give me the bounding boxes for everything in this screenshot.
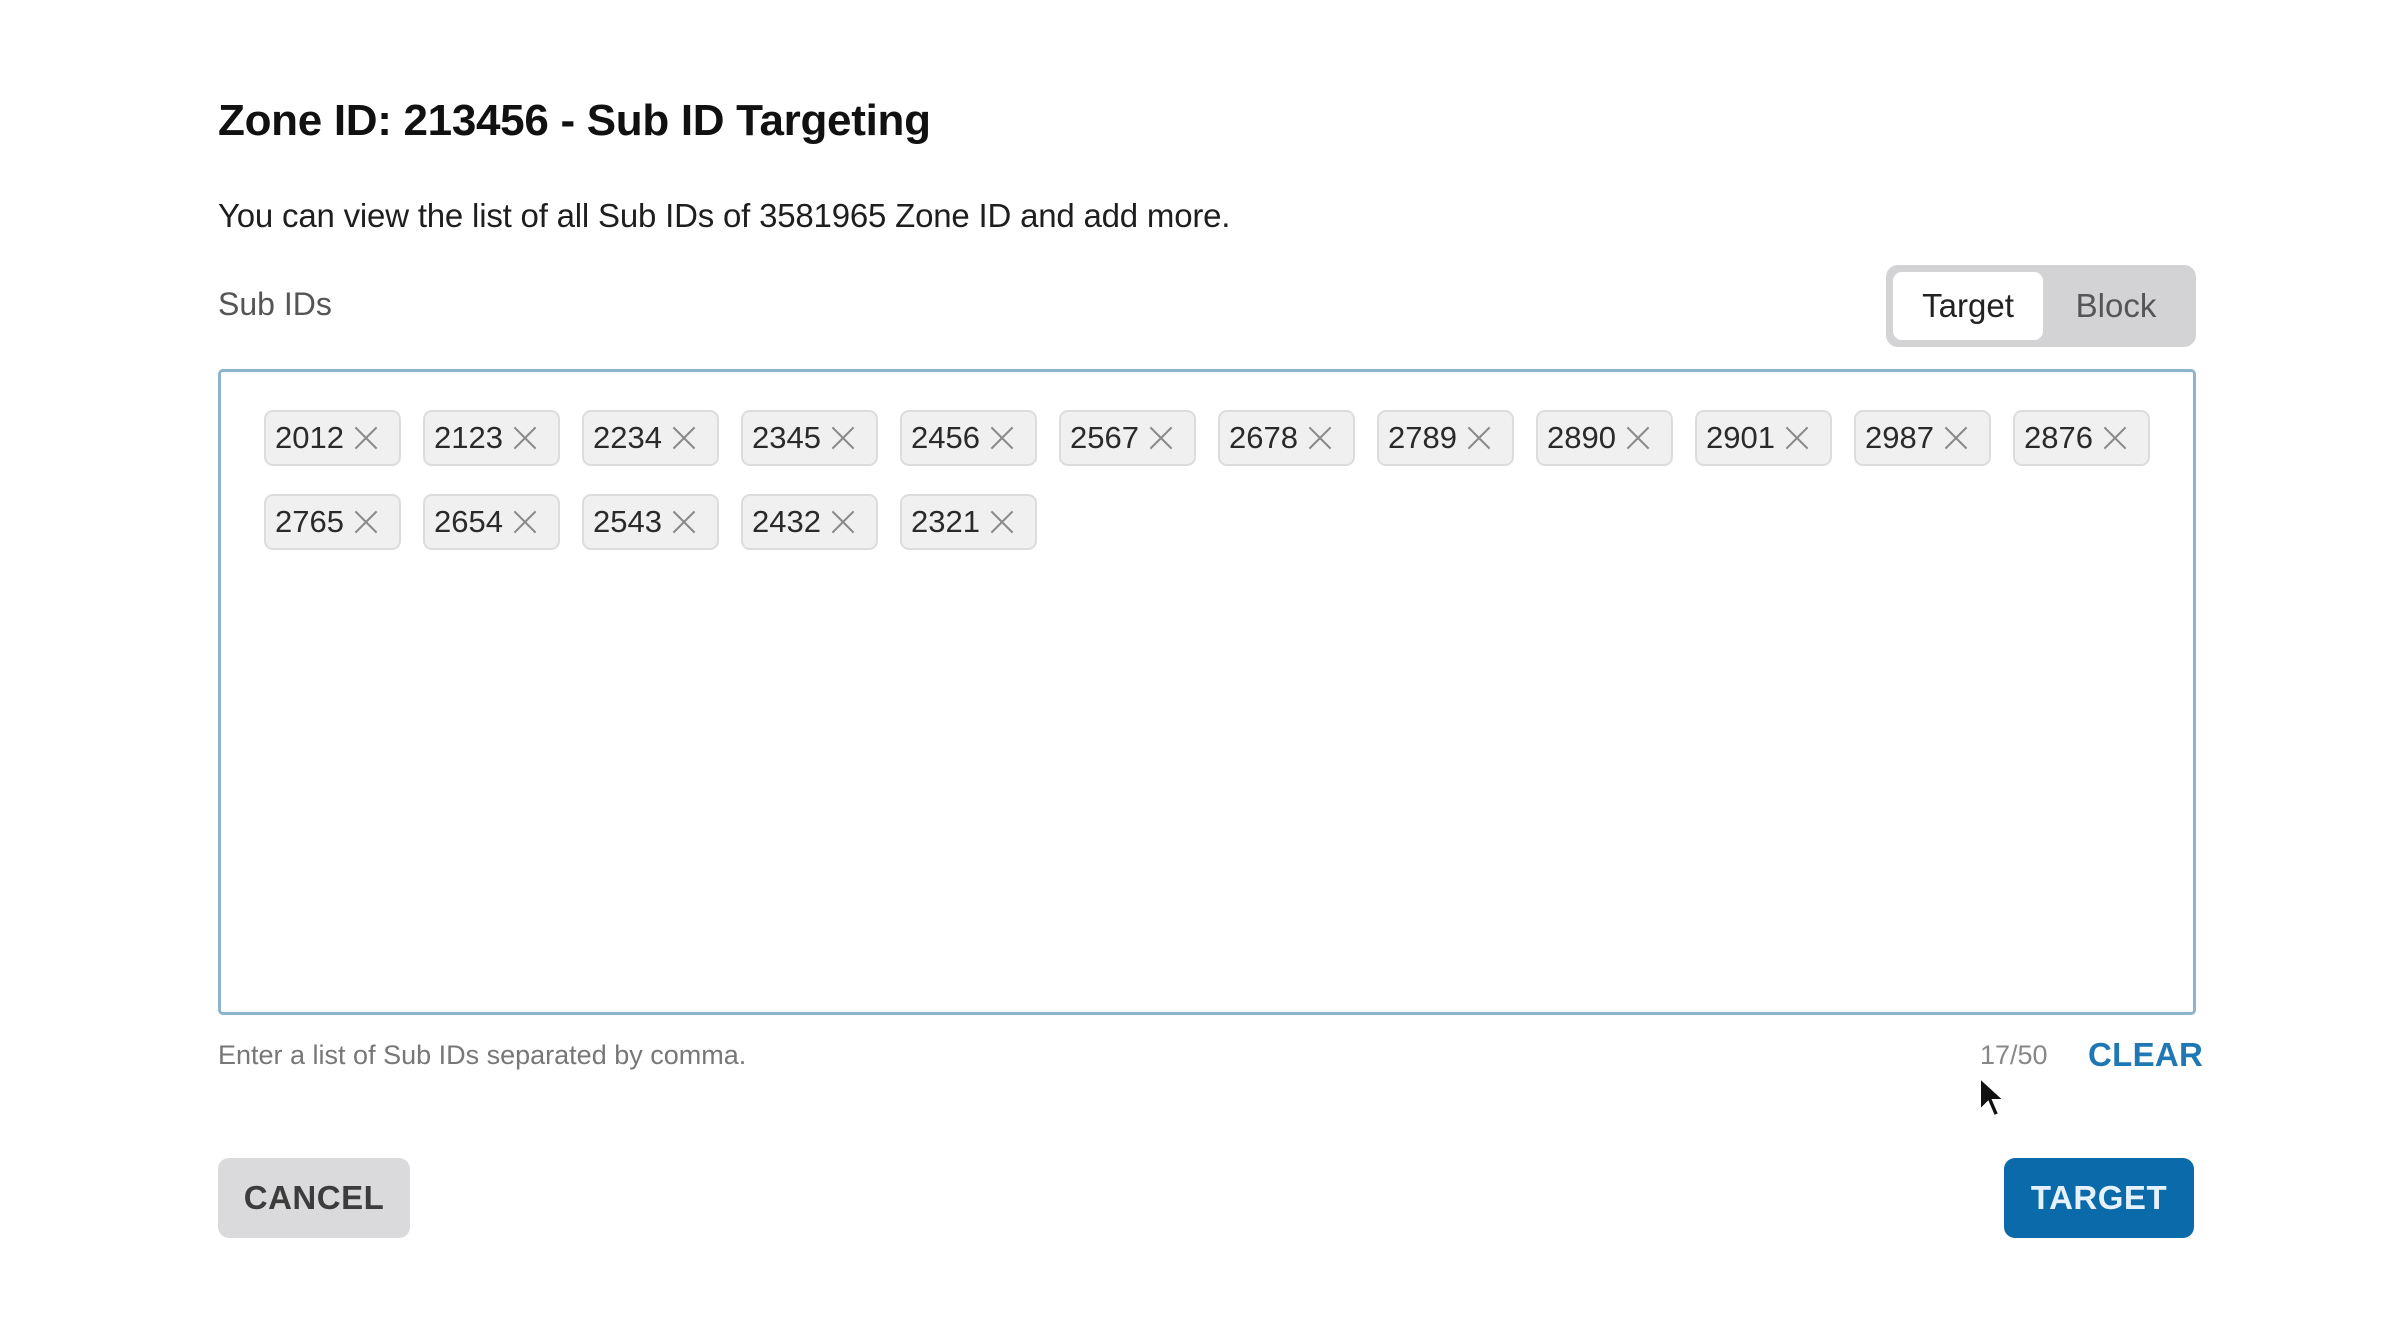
- sub-id-chip-label: 2901: [1706, 420, 1775, 455]
- close-icon[interactable]: [989, 425, 1015, 451]
- mouse-cursor-icon: [1979, 1076, 2007, 1118]
- sub-id-chip: 2987: [1854, 410, 1991, 466]
- helper-text: Enter a list of Sub IDs separated by com…: [218, 1040, 747, 1070]
- sub-id-chip: 2654: [423, 494, 560, 550]
- close-icon[interactable]: [2102, 425, 2128, 451]
- sub-id-chip: 2789: [1377, 410, 1514, 466]
- close-icon[interactable]: [1784, 425, 1810, 451]
- sub-id-chip: 2012: [264, 410, 401, 466]
- sub-id-chip-label: 2567: [1070, 420, 1139, 455]
- sub-id-chip: 2123: [423, 410, 560, 466]
- sub-id-chip: 2234: [582, 410, 719, 466]
- dialog-title: Zone ID: 213456 - Sub ID Targeting: [218, 96, 931, 145]
- close-icon[interactable]: [353, 425, 379, 451]
- sub-id-chip: 2901: [1695, 410, 1832, 466]
- sub-id-chip: 2890: [1536, 410, 1673, 466]
- sub-id-chip-label: 2765: [275, 504, 344, 539]
- sub-id-chip-label: 2890: [1547, 420, 1616, 455]
- close-icon[interactable]: [353, 509, 379, 535]
- close-icon[interactable]: [671, 509, 697, 535]
- close-icon[interactable]: [1625, 425, 1651, 451]
- sub-id-chip-label: 2987: [1865, 420, 1934, 455]
- close-icon[interactable]: [1943, 425, 1969, 451]
- sub-ids-input[interactable]: 2012 2123 2234 2345 2456 2567 2678 2789 2890 2901…: [218, 369, 2196, 1015]
- sub-id-chip-label: 2345: [752, 420, 821, 455]
- sub-id-chip-label: 2012: [275, 420, 344, 455]
- sub-id-chip: 2765: [264, 494, 401, 550]
- sub-id-chip: 2432: [741, 494, 878, 550]
- sub-id-chip-label: 2456: [911, 420, 980, 455]
- close-icon[interactable]: [512, 425, 538, 451]
- sub-id-chip-label: 2321: [911, 504, 980, 539]
- close-icon[interactable]: [1307, 425, 1333, 451]
- sub-id-chip-label: 2234: [593, 420, 662, 455]
- sub-id-chip: 2567: [1059, 410, 1196, 466]
- sub-id-chip: 2678: [1218, 410, 1355, 466]
- close-icon[interactable]: [830, 509, 856, 535]
- close-icon[interactable]: [1148, 425, 1174, 451]
- sub-ids-label: Sub IDs: [218, 286, 332, 322]
- sub-id-chip: 2345: [741, 410, 878, 466]
- close-icon[interactable]: [671, 425, 697, 451]
- close-icon[interactable]: [830, 425, 856, 451]
- sub-id-chip-label: 2543: [593, 504, 662, 539]
- toggle-option-target[interactable]: Target: [1893, 272, 2043, 340]
- toggle-option-block[interactable]: Block: [2043, 272, 2189, 340]
- sub-id-chip: 2543: [582, 494, 719, 550]
- clear-button[interactable]: CLEAR: [2088, 1036, 2203, 1074]
- target-button[interactable]: TARGET: [2004, 1158, 2194, 1238]
- sub-id-chip-label: 2432: [752, 504, 821, 539]
- sub-id-chip: 2456: [900, 410, 1037, 466]
- sub-id-chip: 2321: [900, 494, 1037, 550]
- sub-id-counter: 17/50: [1980, 1040, 2048, 1070]
- chip-list: 2012 2123 2234 2345 2456 2567 2678 2789 2890 2901…: [264, 410, 2164, 550]
- dialog-description: You can view the list of all Sub IDs of …: [218, 197, 1231, 234]
- sub-id-chip-label: 2654: [434, 504, 503, 539]
- sub-id-chip: 2876: [2013, 410, 2150, 466]
- sub-id-chip-label: 2789: [1388, 420, 1457, 455]
- close-icon[interactable]: [1466, 425, 1492, 451]
- sub-id-chip-label: 2123: [434, 420, 503, 455]
- close-icon[interactable]: [989, 509, 1015, 535]
- sub-id-chip-label: 2876: [2024, 420, 2093, 455]
- cancel-button[interactable]: CANCEL: [218, 1158, 410, 1238]
- close-icon[interactable]: [512, 509, 538, 535]
- target-block-toggle: Target Block: [1886, 265, 2196, 347]
- sub-id-chip-label: 2678: [1229, 420, 1298, 455]
